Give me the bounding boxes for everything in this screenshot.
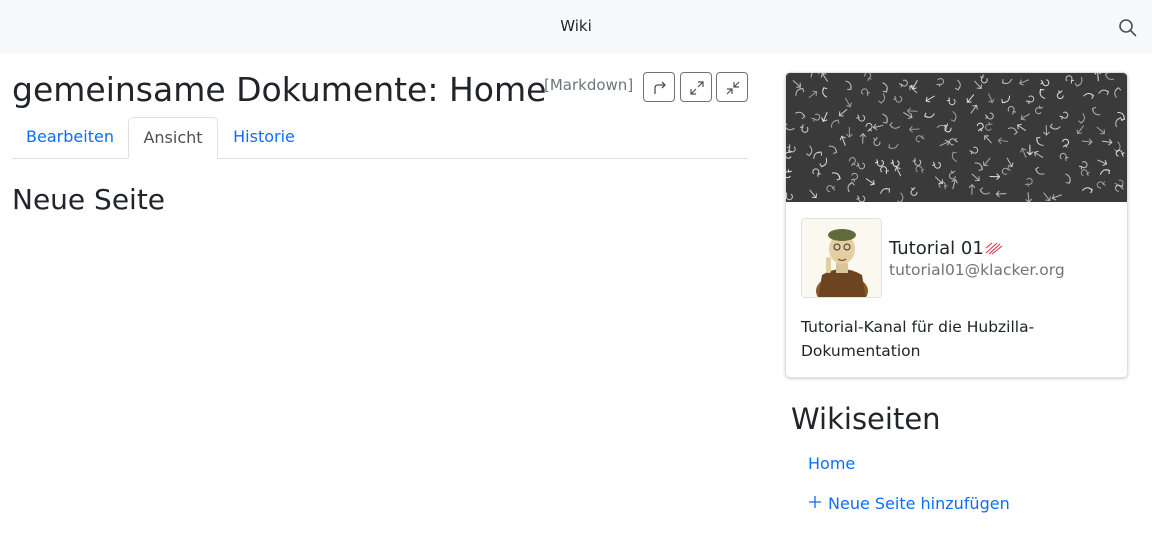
expand-icon — [690, 81, 704, 95]
channel-card: Tutorial 01 tutorial01@klacker.org Tutor… — [785, 72, 1128, 378]
channel-address: tutorial01@klacker.org — [889, 261, 1065, 279]
share-icon — [654, 81, 666, 94]
expand-button[interactable] — [680, 72, 712, 102]
page-title: gemeinsame Dokumente: Home — [12, 70, 547, 109]
mimetype-label: [Markdown] — [544, 76, 634, 94]
zot-icon — [985, 240, 1003, 259]
avatar[interactable] — [801, 218, 882, 298]
channel-description: Tutorial-Kanal für die Hubzilla-Dokument… — [801, 318, 1035, 360]
tab-view[interactable]: Ansicht — [128, 117, 218, 159]
channel-name[interactable]: Tutorial 01 — [889, 238, 984, 259]
wiki-tabs: Bearbeiten Ansicht Historie — [12, 117, 748, 159]
tab-history[interactable]: Historie — [218, 117, 310, 159]
compress-icon — [726, 81, 740, 95]
tab-edit[interactable]: Bearbeiten — [12, 117, 128, 159]
compress-button[interactable] — [716, 72, 748, 102]
add-page-link[interactable]: Neue Seite hinzufügen — [808, 494, 1010, 513]
wiki-page-link-home[interactable]: Home — [808, 454, 855, 473]
cover-image — [786, 73, 1127, 202]
plus-icon — [808, 494, 822, 513]
content-heading: Neue Seite — [12, 183, 166, 216]
add-page-label: Neue Seite hinzufügen — [828, 494, 1010, 513]
wiki-pages-heading: Wikiseiten — [791, 402, 941, 436]
top-navbar: Wiki — [0, 0, 1152, 54]
app-title: Wiki — [560, 17, 592, 35]
search-icon[interactable] — [1118, 18, 1138, 38]
share-button[interactable] — [643, 72, 675, 102]
